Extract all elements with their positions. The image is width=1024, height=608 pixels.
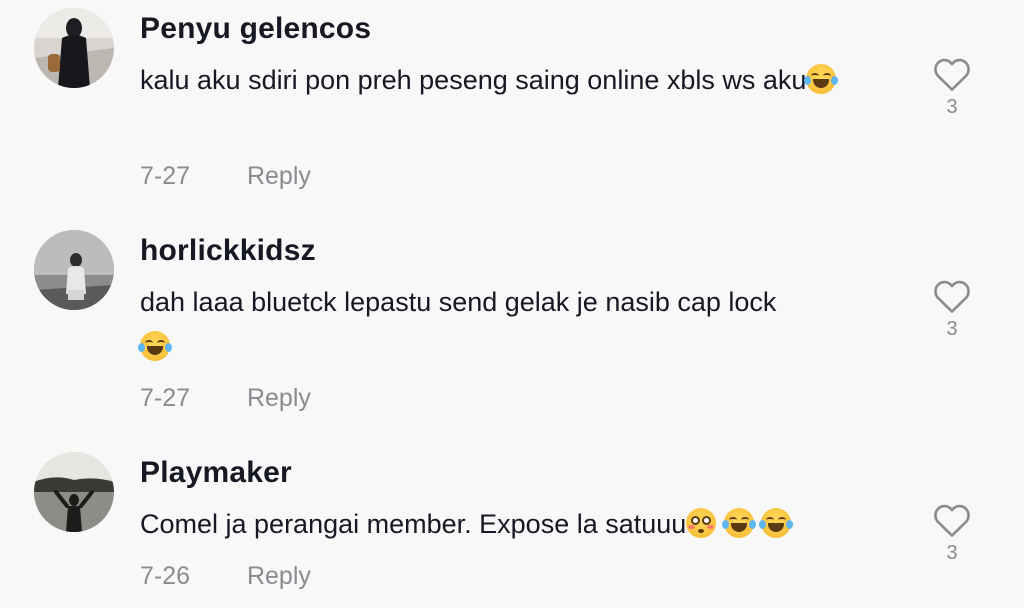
comment-text: Comel ja perangai member. Expose la satu… [140, 502, 900, 547]
face-with-tears-of-joy-icon [804, 64, 839, 94]
comment-username[interactable]: Playmaker [140, 456, 292, 490]
comment-username[interactable]: Penyu gelencos [140, 12, 371, 46]
like-count: 3 [946, 318, 958, 340]
avatar-image [34, 8, 114, 88]
reply-button[interactable]: Reply [247, 562, 311, 590]
heart-outline-icon [934, 504, 970, 537]
like-count: 3 [946, 96, 958, 118]
like-button[interactable]: 3 [930, 502, 974, 565]
avatar[interactable] [34, 452, 114, 532]
flushed-face-icon [686, 508, 717, 538]
avatar-image [34, 452, 114, 532]
like-button[interactable]: 3 [930, 278, 974, 341]
like-button[interactable]: 3 [930, 56, 974, 119]
comment-date: 7-27 [140, 162, 191, 190]
avatar[interactable] [34, 230, 114, 310]
comment-text: dah laaa bluetck lepastu send gelak je n… [138, 280, 900, 370]
heart-outline-icon [934, 280, 970, 313]
reply-button[interactable]: Reply [247, 162, 311, 190]
reply-button[interactable]: Reply [247, 384, 311, 412]
face-with-tears-of-joy-icon [759, 508, 794, 538]
comment-meta: 7-26 Reply [140, 562, 311, 591]
heart-outline-icon [934, 58, 970, 91]
comment-meta: 7-27 Reply [140, 384, 311, 413]
avatar[interactable] [34, 8, 114, 88]
face-with-tears-of-joy-icon [721, 508, 756, 538]
face-with-tears-of-joy-icon [138, 331, 172, 361]
comment-date: 7-26 [140, 562, 191, 590]
like-count: 3 [946, 542, 958, 564]
comment-date: 7-27 [140, 384, 191, 412]
avatar-image [34, 230, 114, 310]
comment-username[interactable]: horlickkidsz [140, 234, 316, 268]
comment-meta: 7-27 Reply [140, 162, 311, 191]
comment-text: kalu aku sdiri pon preh peseng saing onl… [140, 58, 900, 103]
